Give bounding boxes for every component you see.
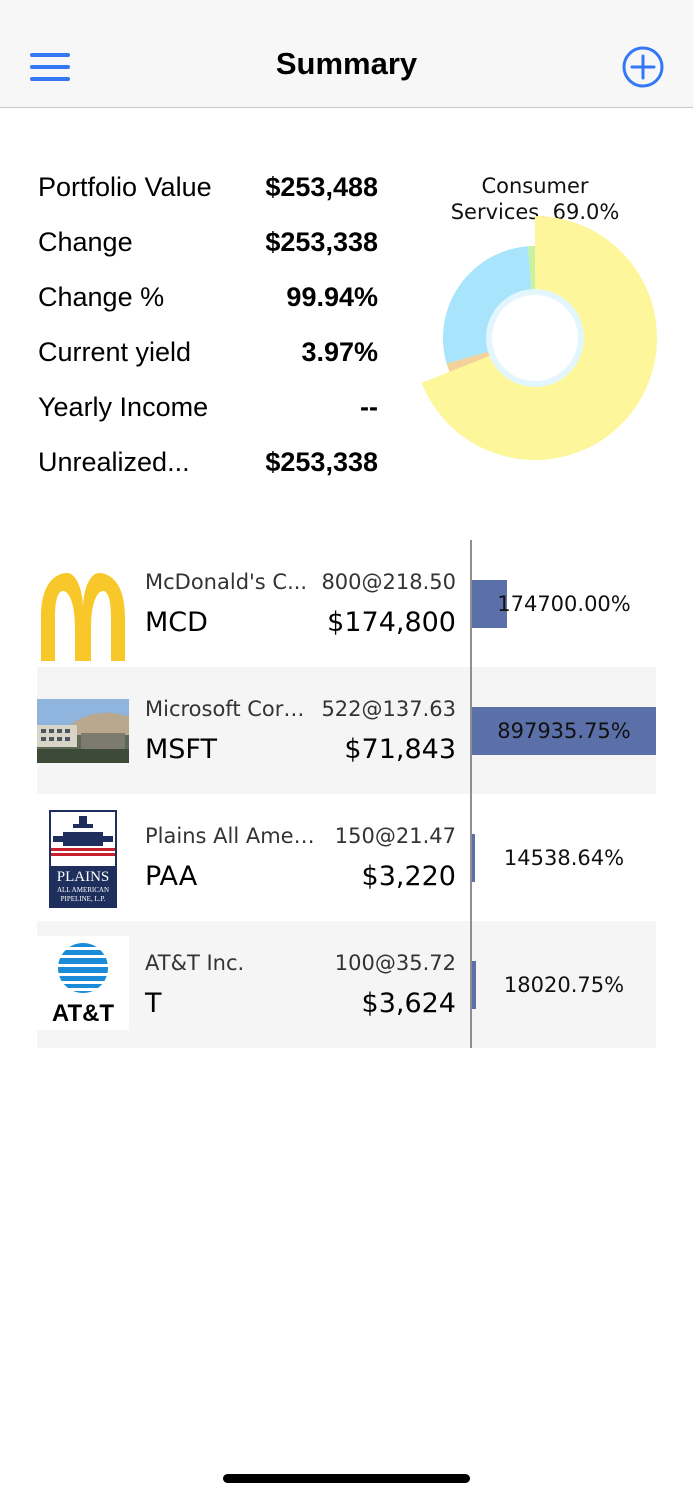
plains-logo-subtext: ALL AMERICAN [56, 886, 110, 894]
att-globe-icon [58, 943, 108, 993]
shares-at-price: 100@35.72 [334, 951, 456, 975]
shares-at-price: 150@21.47 [334, 824, 456, 848]
microsoft-campus-photo [37, 699, 129, 763]
stat-value: $253,488 [265, 172, 378, 202]
market-value: $3,624 [361, 988, 456, 1019]
stat-label: Current yield [38, 337, 192, 367]
stat-row-portfolio-value: Portfolio Value $253,488 [38, 172, 378, 212]
stat-value: $253,338 [265, 447, 378, 477]
shares-at-price: 800@218.50 [321, 570, 456, 594]
company-name: Microsoft Corp... [145, 697, 315, 721]
plains-logo-subtext: PIPELINE, L.P. [60, 895, 106, 903]
ticker-symbol: T [145, 988, 162, 1019]
stat-row-yearly-income: Yearly Income -- [38, 392, 378, 432]
stat-value: 3.97% [301, 337, 378, 367]
market-value: $3,220 [361, 861, 456, 892]
navigation-bar: Summary [0, 0, 693, 108]
stat-label: Change % [38, 282, 165, 312]
gain-percent: 174700.00% [497, 592, 631, 616]
ticker-symbol: MSFT [145, 734, 217, 765]
donut-hole [486, 289, 584, 387]
plains-all-american-logo: PLAINS ALL AMERICAN PIPELINE, L.P. [49, 810, 117, 908]
market-value: $174,800 [327, 607, 456, 638]
home-indicator[interactable] [223, 1474, 470, 1483]
chart-axis-divider [470, 540, 472, 1048]
gain-percent: 897935.75% [497, 719, 631, 743]
market-value: $71,843 [344, 734, 456, 765]
gain-percent: 14538.64% [503, 846, 625, 870]
donut-svg [421, 216, 657, 460]
att-logo: AT&T [37, 936, 129, 1030]
plus-circle-icon [622, 46, 664, 88]
stat-row-unrealized[interactable]: Unrealized... $253,338 [38, 447, 378, 487]
shares-at-price: 522@137.63 [321, 697, 456, 721]
sector-donut-chart[interactable]: Consumer Services, 69.0% [400, 165, 670, 485]
company-name: Plains All Ameri... [145, 824, 315, 848]
add-button[interactable] [620, 44, 666, 90]
holding-row[interactable]: McDonald's C... 800@218.50 MCD $174,800 … [37, 540, 656, 667]
gain-percent: 18020.75% [503, 973, 625, 997]
company-name: AT&T Inc. [145, 951, 245, 975]
att-logo-text: AT&T [51, 1000, 115, 1027]
page-title: Summary [275, 46, 418, 81]
stat-row-change-percent: Change % 99.94% [38, 282, 378, 322]
holding-row[interactable]: AT&T AT&T Inc. 100@35.72 T $3,624 18020.… [37, 921, 656, 1048]
stat-row-change: Change $253,338 [38, 227, 378, 267]
ticker-symbol: MCD [145, 607, 208, 638]
stat-value: 99.94% [286, 282, 378, 312]
stat-value: $253,338 [265, 227, 378, 257]
ticker-symbol: PAA [145, 861, 198, 892]
company-name: McDonald's C... [145, 570, 308, 594]
mcdonalds-logo [41, 573, 125, 661]
plains-logo-text: PLAINS [56, 869, 110, 885]
holding-row[interactable]: Microsoft Corp... 522@137.63 MSFT $71,84… [37, 667, 656, 794]
stat-value: -- [360, 392, 378, 422]
holding-row[interactable]: PLAINS ALL AMERICAN PIPELINE, L.P. Plain… [37, 794, 656, 921]
stat-label: Portfolio Value [38, 172, 212, 202]
stat-row-current-yield: Current yield 3.97% [38, 337, 378, 377]
stat-label: Unrealized... [38, 447, 190, 477]
stat-label: Change [38, 227, 133, 257]
holdings-list: McDonald's C... 800@218.50 MCD $174,800 … [37, 540, 656, 1048]
stat-label: Yearly Income [38, 392, 209, 422]
